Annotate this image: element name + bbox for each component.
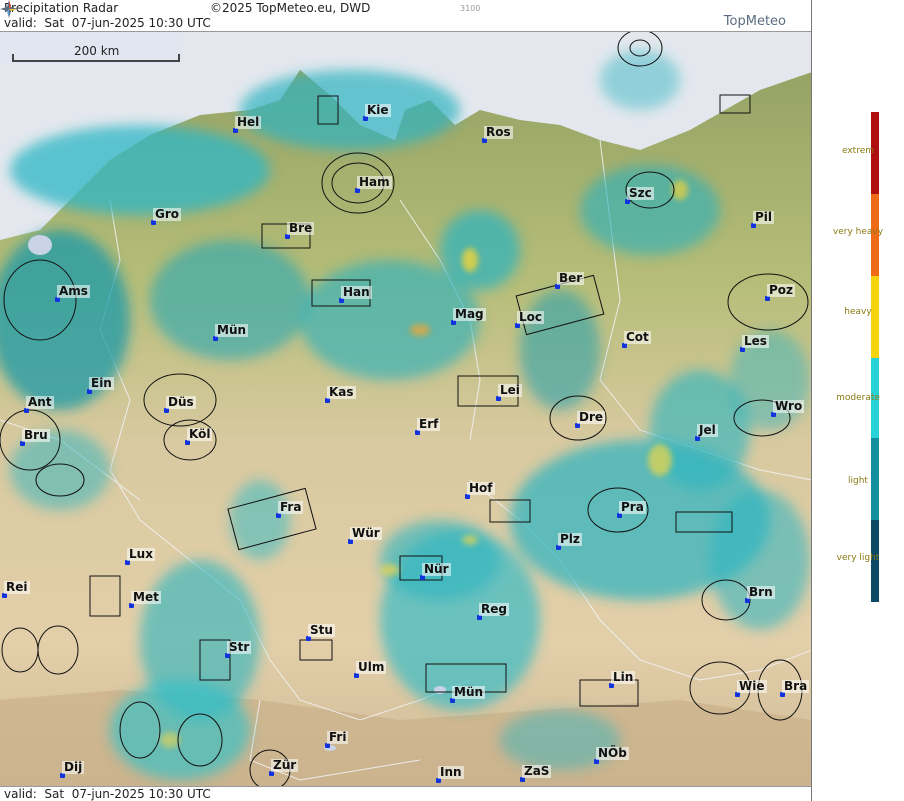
city-label: Mün <box>452 685 486 699</box>
legend-label: extrem <box>841 146 875 156</box>
city-label: Ulm <box>356 660 387 674</box>
city-label: Lin <box>611 670 636 684</box>
city-label: Fra <box>278 500 304 514</box>
intensity-legend: extrem very heavy heavy moderate light v… <box>812 0 904 801</box>
map-code: 3100 <box>460 4 481 13</box>
city-label: Wür <box>350 526 382 540</box>
city-label: Düs <box>166 395 196 409</box>
city-label: Inn <box>438 765 464 779</box>
city-label: Cot <box>624 330 651 344</box>
legend-label: very light <box>836 553 880 563</box>
header-bar: Precipitation Radar ©2025 TopMeteo.eu, D… <box>0 0 811 32</box>
valid-time-bottom: valid: Sat 07-jun-2025 10:30 UTC <box>4 787 211 801</box>
city-label: Dij <box>62 760 85 774</box>
city-label: NÖb <box>596 746 629 760</box>
scale-tick-right <box>178 54 180 62</box>
city-label: Pil <box>753 210 775 224</box>
city-label: Jel <box>697 423 718 437</box>
city-label: Nür <box>422 562 451 576</box>
city-label: Bra <box>782 679 810 693</box>
city-label: Ham <box>357 175 392 189</box>
city-label: Reg <box>479 602 509 616</box>
city-label: Ams <box>57 284 90 298</box>
city-label: Han <box>341 285 372 299</box>
legend-swatch-heavy <box>871 276 879 358</box>
brand-logo[interactable]: TopMeteo <box>724 14 786 29</box>
city-label: Bre <box>287 221 315 235</box>
city-label: Kas <box>327 385 356 399</box>
city-label: Ber <box>557 271 585 285</box>
city-label: Erf <box>417 417 441 431</box>
map-title: Precipitation Radar <box>4 1 119 15</box>
legend-label: light <box>848 476 868 486</box>
city-label: Gro <box>153 207 182 221</box>
city-label: Mün <box>215 323 249 337</box>
city-label: Wie <box>737 679 767 693</box>
radar-map[interactable]: Precipitation Radar ©2025 TopMeteo.eu, D… <box>0 0 812 801</box>
city-label: Met <box>131 590 161 604</box>
city-label: Szc <box>627 186 654 200</box>
city-label: Stu <box>308 623 335 637</box>
scale-line <box>12 60 180 62</box>
city-label: Kie <box>365 103 391 117</box>
scale-bar: 200 km <box>0 32 182 64</box>
map-terrain <box>0 0 811 801</box>
city-label: Plz <box>558 532 582 546</box>
city-label: ZaS <box>522 764 552 778</box>
city-label: Ant <box>26 395 54 409</box>
footer-bar: valid: Sat 07-jun-2025 10:30 UTC <box>0 786 811 801</box>
city-label: Brn <box>747 585 775 599</box>
city-label: Zür <box>271 758 299 772</box>
city-label: Lux <box>127 547 155 561</box>
valid-time-top: valid: Sat 07-jun-2025 10:30 UTC <box>4 16 211 30</box>
scale-label: 200 km <box>74 44 120 58</box>
city-label: Bru <box>22 428 50 442</box>
city-label: Köl <box>187 427 213 441</box>
city-label: Ros <box>484 125 513 139</box>
legend-label: moderate <box>836 393 880 403</box>
city-label: Hof <box>467 481 495 495</box>
city-label: Hel <box>235 115 262 129</box>
city-label: Loc <box>517 310 545 324</box>
city-label: Str <box>227 640 252 654</box>
city-label: Pra <box>619 500 646 514</box>
compass-icon <box>0 0 18 18</box>
copyright-text: ©2025 TopMeteo.eu, DWD <box>210 1 371 15</box>
city-label: Les <box>742 334 769 348</box>
legend-label: heavy <box>844 307 872 317</box>
city-label: Wro <box>773 399 805 413</box>
scale-tick-left <box>12 54 14 62</box>
city-label: Dre <box>577 410 606 424</box>
city-label: Ein <box>89 376 114 390</box>
city-label: Fri <box>327 730 349 744</box>
legend-label: very heavy <box>832 227 884 237</box>
city-label: Poz <box>767 283 796 297</box>
city-label: Mag <box>453 307 486 321</box>
city-label: Lei <box>498 383 522 397</box>
radar-frame: Precipitation Radar ©2025 TopMeteo.eu, D… <box>0 0 904 801</box>
city-label: Rei <box>4 580 30 594</box>
